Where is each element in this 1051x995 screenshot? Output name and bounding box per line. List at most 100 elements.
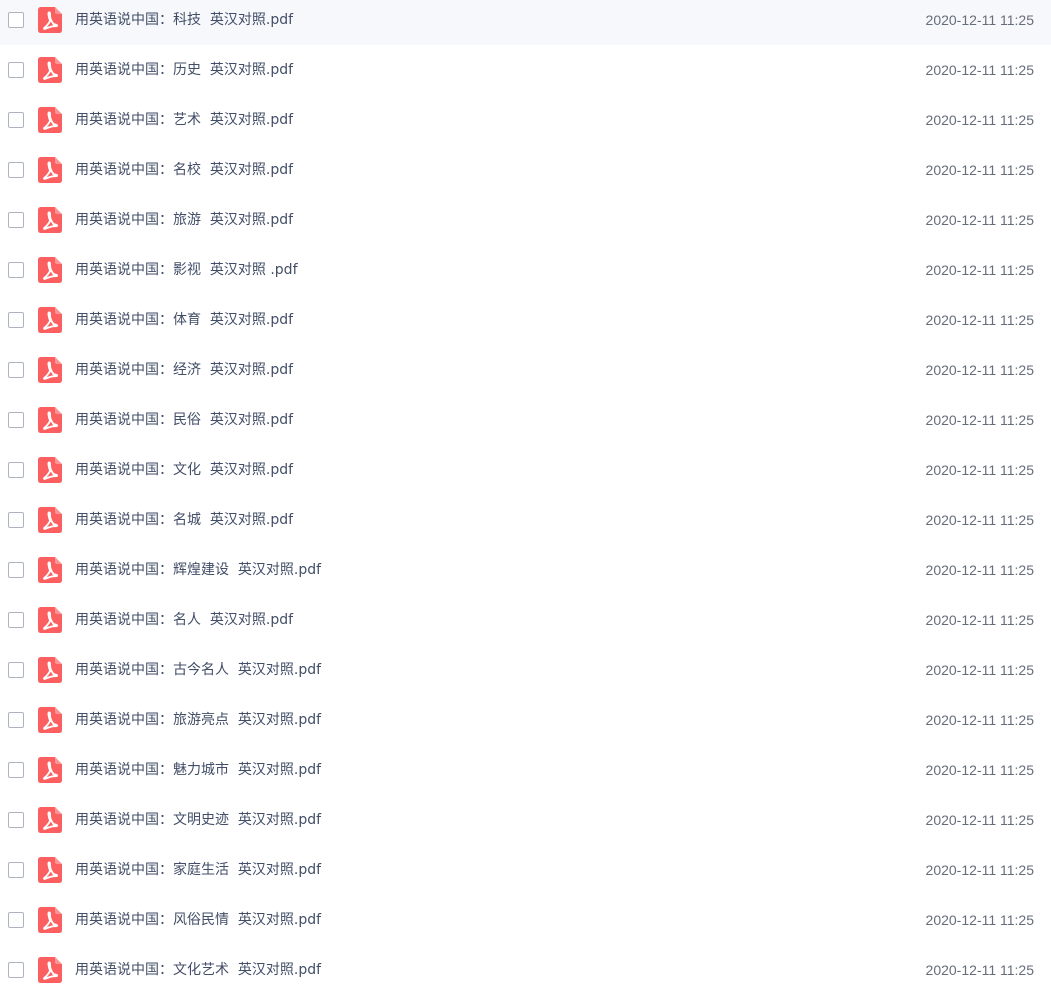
file-row[interactable]: 用英语说中国：名人 英汉对照.pdf 2020-12-11 11:25 [0, 595, 1051, 645]
file-name[interactable]: 用英语说中国：旅游亮点 英汉对照.pdf [75, 710, 321, 730]
file-name[interactable]: 用英语说中国：文化艺术 英汉对照.pdf [75, 960, 321, 980]
pdf-file-icon[interactable] [38, 657, 62, 683]
pdf-file-icon[interactable] [38, 307, 62, 333]
file-modified-time: 2020-12-11 11:25 [925, 212, 1034, 228]
file-row[interactable]: 用英语说中国：体育 英汉对照.pdf 2020-12-11 11:25 [0, 295, 1051, 345]
pdf-file-icon[interactable] [38, 757, 62, 783]
file-name[interactable]: 用英语说中国：影视 英汉对照 .pdf [75, 260, 298, 280]
file-name[interactable]: 用英语说中国：体育 英汉对照.pdf [75, 310, 293, 330]
file-name[interactable]: 用英语说中国：科技 英汉对照.pdf [75, 10, 293, 30]
file-name[interactable]: 用英语说中国：辉煌建设 英汉对照.pdf [75, 560, 321, 580]
pdf-file-icon[interactable] [38, 107, 62, 133]
pdf-file-icon[interactable] [38, 407, 62, 433]
pdf-file-icon[interactable] [38, 7, 62, 33]
file-modified-time: 2020-12-11 11:25 [925, 562, 1034, 578]
file-row[interactable]: 用英语说中国：风俗民情 英汉对照.pdf 2020-12-11 11:25 [0, 895, 1051, 945]
file-modified-time: 2020-12-11 11:25 [925, 162, 1034, 178]
row-checkbox[interactable] [8, 762, 24, 778]
file-row[interactable]: 用英语说中国：科技 英汉对照.pdf 2020-12-11 11:25 [0, 0, 1051, 45]
pdf-file-icon[interactable] [38, 557, 62, 583]
row-checkbox[interactable] [8, 812, 24, 828]
file-row[interactable]: 用英语说中国：文明史迹 英汉对照.pdf 2020-12-11 11:25 [0, 795, 1051, 845]
file-row[interactable]: 用英语说中国：名校 英汉对照.pdf 2020-12-11 11:25 [0, 145, 1051, 195]
file-modified-time: 2020-12-11 11:25 [925, 12, 1034, 28]
row-checkbox[interactable] [8, 12, 24, 28]
file-name[interactable]: 用英语说中国：古今名人 英汉对照.pdf [75, 660, 321, 680]
pdf-file-icon[interactable] [38, 857, 62, 883]
file-modified-time: 2020-12-11 11:25 [925, 812, 1034, 828]
file-modified-time: 2020-12-11 11:25 [925, 362, 1034, 378]
pdf-file-icon[interactable] [38, 257, 62, 283]
file-row[interactable]: 用英语说中国：历史 英汉对照.pdf 2020-12-11 11:25 [0, 45, 1051, 95]
row-checkbox[interactable] [8, 212, 24, 228]
row-checkbox[interactable] [8, 112, 24, 128]
file-modified-time: 2020-12-11 11:25 [925, 462, 1034, 478]
file-name[interactable]: 用英语说中国：民俗 英汉对照.pdf [75, 410, 293, 430]
pdf-file-icon[interactable] [38, 957, 62, 983]
row-checkbox[interactable] [8, 462, 24, 478]
file-name[interactable]: 用英语说中国：文化 英汉对照.pdf [75, 460, 293, 480]
file-row[interactable]: 用英语说中国：经济 英汉对照.pdf 2020-12-11 11:25 [0, 345, 1051, 395]
file-name[interactable]: 用英语说中国：名城 英汉对照.pdf [75, 510, 293, 530]
file-modified-time: 2020-12-11 11:25 [925, 312, 1034, 328]
row-checkbox[interactable] [8, 662, 24, 678]
pdf-file-icon[interactable] [38, 207, 62, 233]
pdf-file-icon[interactable] [38, 457, 62, 483]
pdf-file-icon[interactable] [38, 607, 62, 633]
file-row[interactable]: 用英语说中国：古今名人 英汉对照.pdf 2020-12-11 11:25 [0, 645, 1051, 695]
file-modified-time: 2020-12-11 11:25 [925, 412, 1034, 428]
file-modified-time: 2020-12-11 11:25 [925, 662, 1034, 678]
pdf-file-icon[interactable] [38, 357, 62, 383]
file-name[interactable]: 用英语说中国：名校 英汉对照.pdf [75, 160, 293, 180]
row-checkbox[interactable] [8, 362, 24, 378]
pdf-file-icon[interactable] [38, 907, 62, 933]
file-row[interactable]: 用英语说中国：家庭生活 英汉对照.pdf 2020-12-11 11:25 [0, 845, 1051, 895]
file-name[interactable]: 用英语说中国：风俗民情 英汉对照.pdf [75, 910, 321, 930]
file-row[interactable]: 用英语说中国：旅游亮点 英汉对照.pdf 2020-12-11 11:25 [0, 695, 1051, 745]
file-row[interactable]: 用英语说中国：辉煌建设 英汉对照.pdf 2020-12-11 11:25 [0, 545, 1051, 595]
pdf-file-icon[interactable] [38, 57, 62, 83]
row-checkbox[interactable] [8, 862, 24, 878]
pdf-file-icon[interactable] [38, 807, 62, 833]
row-checkbox[interactable] [8, 512, 24, 528]
file-name[interactable]: 用英语说中国：魅力城市 英汉对照.pdf [75, 760, 321, 780]
file-name[interactable]: 用英语说中国：家庭生活 英汉对照.pdf [75, 860, 321, 880]
file-name[interactable]: 用英语说中国：旅游 英汉对照.pdf [75, 210, 293, 230]
pdf-file-icon[interactable] [38, 157, 62, 183]
file-row[interactable]: 用英语说中国：艺术 英汉对照.pdf 2020-12-11 11:25 [0, 95, 1051, 145]
file-name[interactable]: 用英语说中国：艺术 英汉对照.pdf [75, 110, 293, 130]
row-checkbox[interactable] [8, 612, 24, 628]
file-modified-time: 2020-12-11 11:25 [925, 912, 1034, 928]
file-modified-time: 2020-12-11 11:25 [925, 862, 1034, 878]
row-checkbox[interactable] [8, 62, 24, 78]
row-checkbox[interactable] [8, 312, 24, 328]
pdf-file-icon[interactable] [38, 707, 62, 733]
file-modified-time: 2020-12-11 11:25 [925, 712, 1034, 728]
file-modified-time: 2020-12-11 11:25 [925, 612, 1034, 628]
file-modified-time: 2020-12-11 11:25 [925, 512, 1034, 528]
file-modified-time: 2020-12-11 11:25 [925, 762, 1034, 778]
file-row[interactable]: 用英语说中国：影视 英汉对照 .pdf 2020-12-11 11:25 [0, 245, 1051, 295]
file-modified-time: 2020-12-11 11:25 [925, 262, 1034, 278]
row-checkbox[interactable] [8, 262, 24, 278]
row-checkbox[interactable] [8, 912, 24, 928]
file-list: 用英语说中国：科技 英汉对照.pdf 2020-12-11 11:25 用英语说… [0, 0, 1051, 988]
pdf-file-icon[interactable] [38, 507, 62, 533]
file-row[interactable]: 用英语说中国：民俗 英汉对照.pdf 2020-12-11 11:25 [0, 395, 1051, 445]
row-checkbox[interactable] [8, 562, 24, 578]
file-modified-time: 2020-12-11 11:25 [925, 62, 1034, 78]
file-modified-time: 2020-12-11 11:25 [925, 962, 1034, 978]
file-name[interactable]: 用英语说中国：名人 英汉对照.pdf [75, 610, 293, 630]
file-row[interactable]: 用英语说中国：文化 英汉对照.pdf 2020-12-11 11:25 [0, 445, 1051, 495]
file-name[interactable]: 用英语说中国：文明史迹 英汉对照.pdf [75, 810, 321, 830]
row-checkbox[interactable] [8, 712, 24, 728]
row-checkbox[interactable] [8, 962, 24, 978]
file-row[interactable]: 用英语说中国：旅游 英汉对照.pdf 2020-12-11 11:25 [0, 195, 1051, 245]
file-row[interactable]: 用英语说中国：魅力城市 英汉对照.pdf 2020-12-11 11:25 [0, 745, 1051, 795]
file-name[interactable]: 用英语说中国：经济 英汉对照.pdf [75, 360, 293, 380]
row-checkbox[interactable] [8, 412, 24, 428]
file-modified-time: 2020-12-11 11:25 [925, 112, 1034, 128]
file-name[interactable]: 用英语说中国：历史 英汉对照.pdf [75, 60, 293, 80]
file-row[interactable]: 用英语说中国：名城 英汉对照.pdf 2020-12-11 11:25 [0, 495, 1051, 545]
row-checkbox[interactable] [8, 162, 24, 178]
